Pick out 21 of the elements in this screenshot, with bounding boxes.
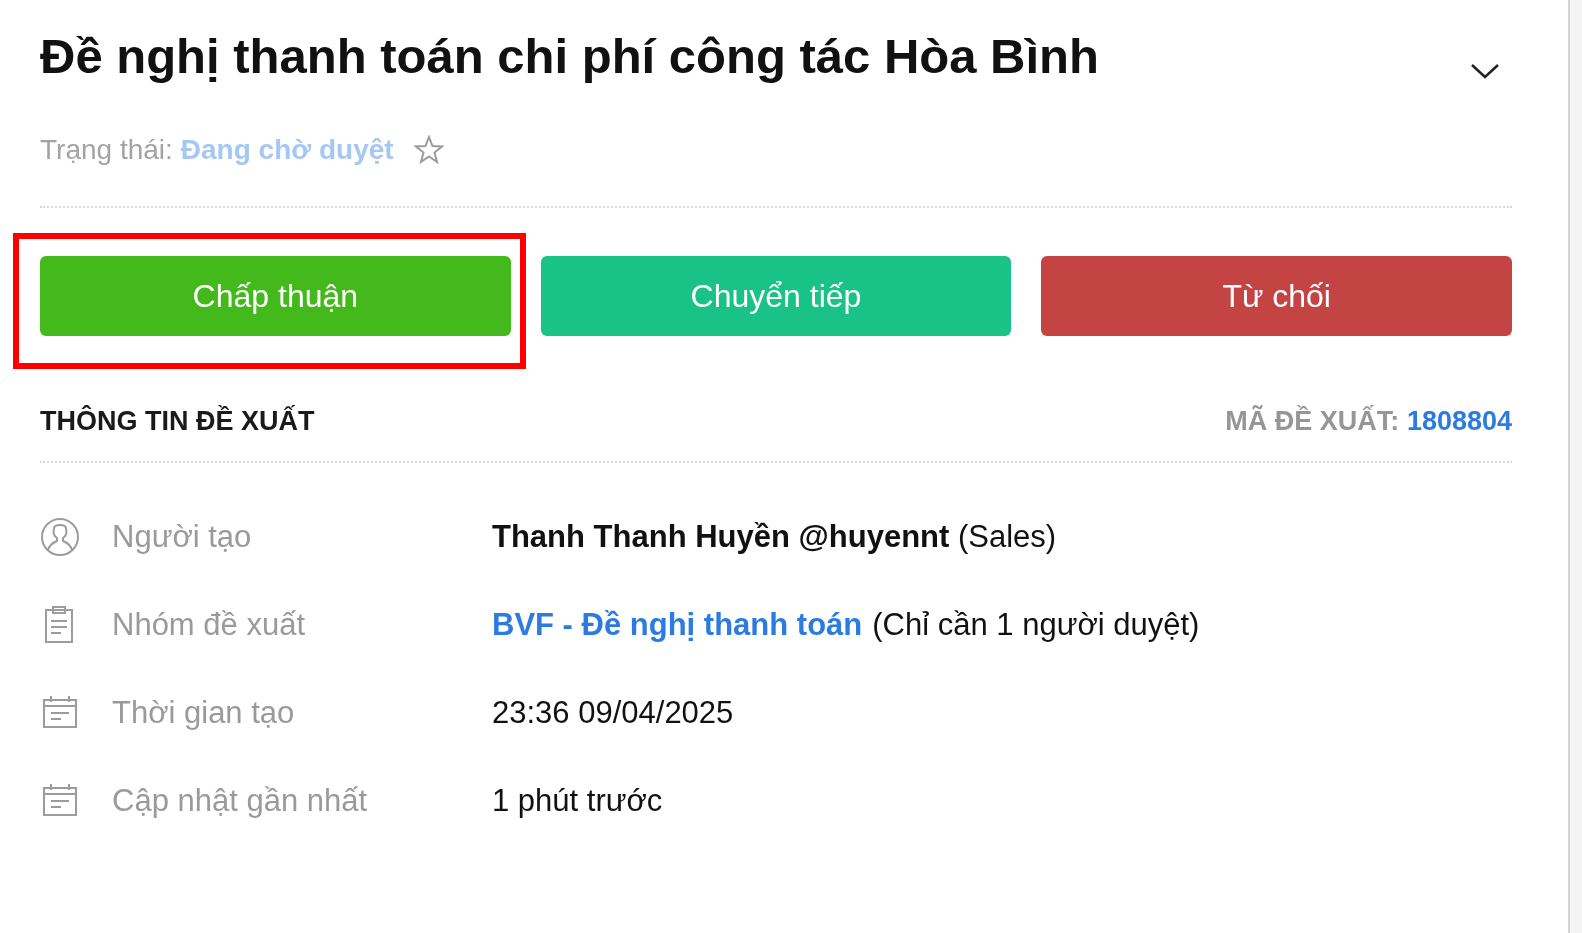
group-link[interactable]: BVF - Đề nghị thanh toán <box>492 607 863 643</box>
field-value: Thanh Thanh Huyền @huyennt (Sales) <box>492 519 1057 555</box>
chevron-down-icon[interactable] <box>1470 62 1500 80</box>
action-button[interactable]: Từ chối <box>1041 256 1512 336</box>
proposal-code: 1808804 <box>1406 406 1512 436</box>
user-icon <box>40 517 80 557</box>
field-value: 23:36 09/04/2025 <box>492 695 734 731</box>
action-button[interactable]: Chuyển tiếp <box>540 256 1012 336</box>
status-value: Đang chờ duyệt <box>180 134 394 166</box>
page-title: Đề nghị thanh toán chi phí công tác Hòa Bình <box>40 28 1099 85</box>
star-icon[interactable] <box>413 135 444 165</box>
field-label: Người tạo <box>112 519 253 555</box>
field-label: Cập nhật gần nhất <box>112 783 369 819</box>
field-value: (Chỉ cần 1 người duyệt) <box>872 607 1200 643</box>
section-title: THÔNG TIN ĐỀ XUẤT <box>40 406 315 437</box>
code-label: MÃ ĐỀ XUẤT: <box>1225 406 1400 436</box>
field-label: Thời gian tạo <box>112 695 296 731</box>
action-button[interactable]: Chấp thuận <box>40 256 511 336</box>
field-value: 1 phút trước <box>492 783 663 819</box>
status-label: Trạng thái: <box>40 134 173 166</box>
field-label: Nhóm đề xuất <box>112 607 306 643</box>
